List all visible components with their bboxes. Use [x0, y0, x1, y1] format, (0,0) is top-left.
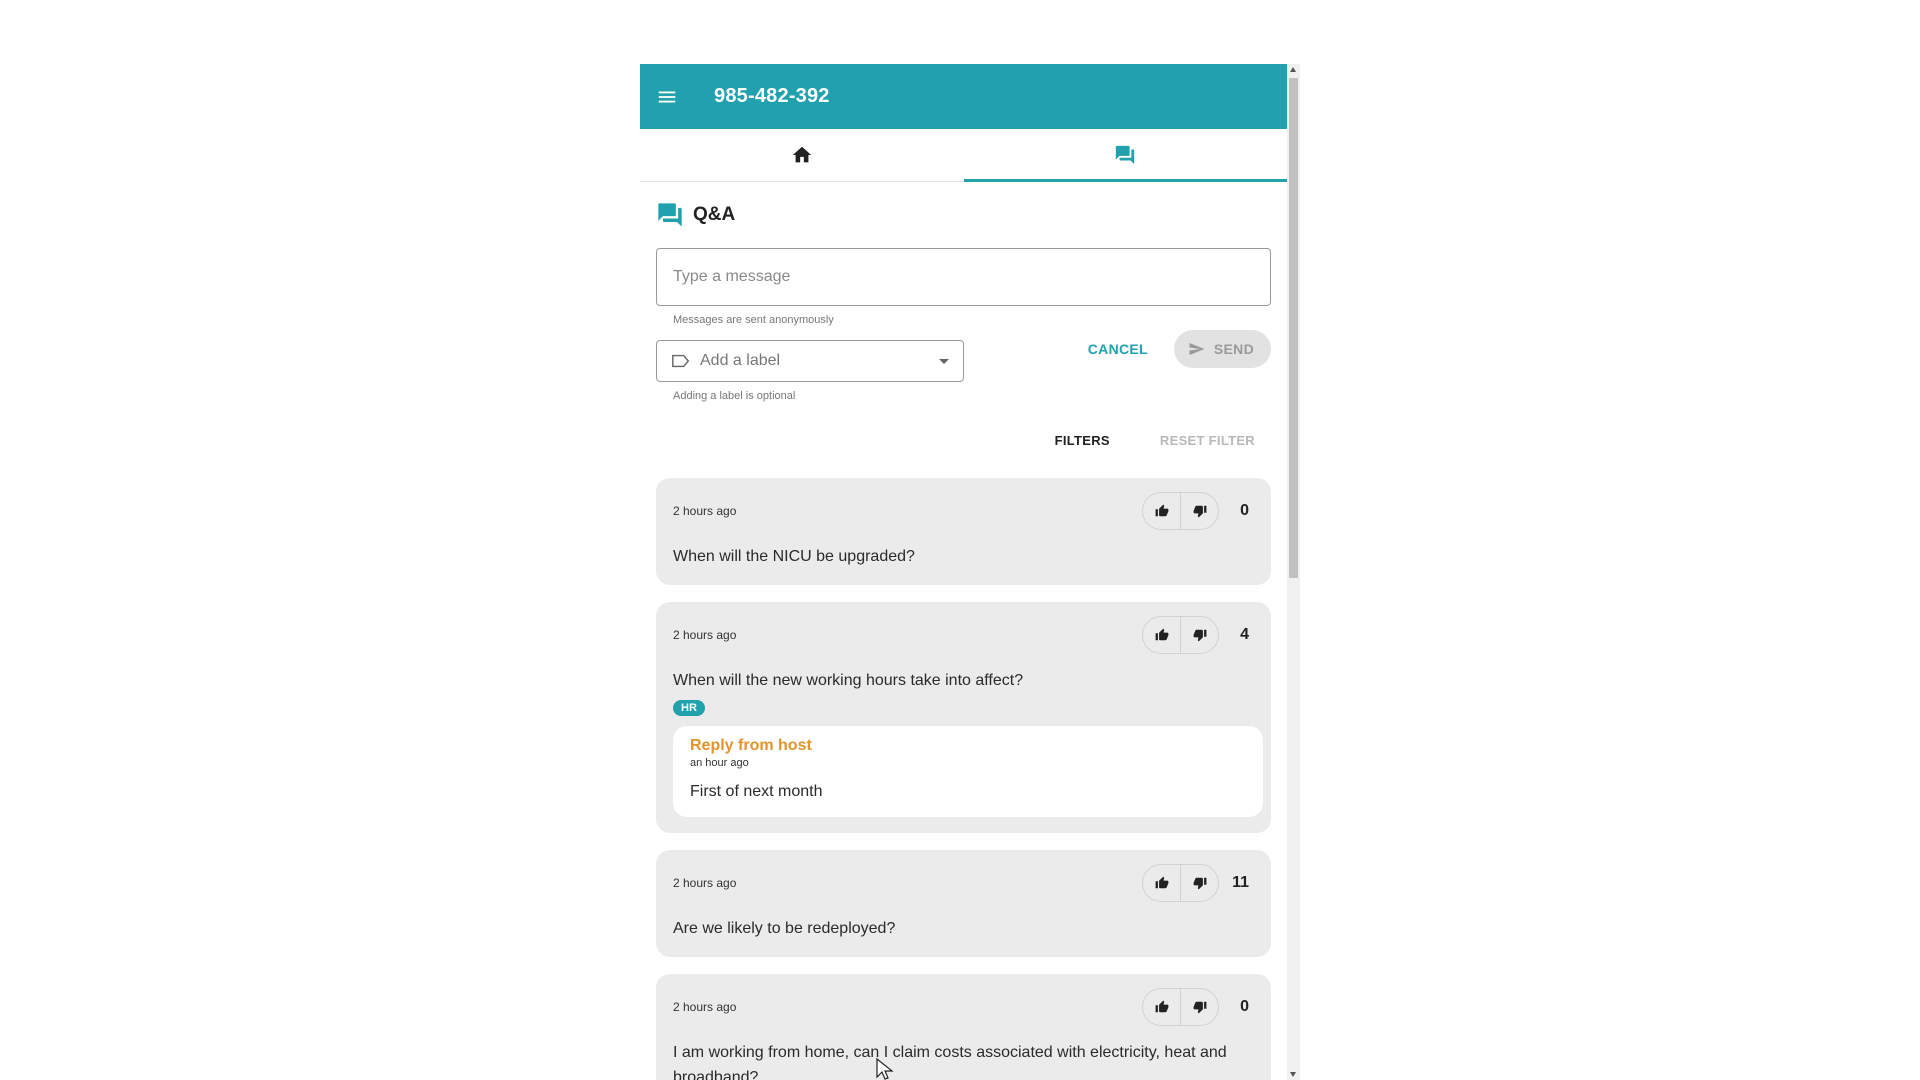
question-card: 2 hours ago 0 When will the NICU be upgr…: [656, 478, 1271, 585]
chat-icon: [1116, 145, 1135, 165]
question-time: 2 hours ago: [673, 504, 737, 518]
upvote-button[interactable]: [1143, 865, 1180, 901]
message-input[interactable]: [656, 248, 1271, 306]
thumbs-up-icon: [1155, 628, 1168, 641]
thumbs-down-icon: [1193, 877, 1206, 890]
upvote-button[interactable]: [1143, 989, 1180, 1025]
vote-count: 4: [1240, 626, 1249, 643]
vote-group: [1142, 988, 1219, 1026]
question-list: 2 hours ago 0 When will the NICU be upgr…: [656, 478, 1271, 1080]
vote-count: 11: [1232, 874, 1249, 891]
qa-content: Q&A Messages are sent anonymously Add a …: [640, 182, 1287, 1080]
page-scrollbar[interactable]: [1287, 64, 1300, 1080]
downvote-button[interactable]: [1180, 493, 1218, 529]
send-label: SEND: [1213, 341, 1254, 357]
vote-group: [1142, 616, 1219, 654]
scroll-up-arrow-icon[interactable]: [1290, 67, 1296, 72]
chat-icon: [658, 203, 682, 227]
label-hint: Adding a label is optional: [673, 390, 796, 402]
vote-group: [1142, 864, 1219, 902]
tab-home[interactable]: [640, 129, 964, 181]
upvote-button[interactable]: [1143, 493, 1180, 529]
downvote-button[interactable]: [1180, 865, 1218, 901]
reply-time: an hour ago: [690, 757, 749, 769]
thumbs-down-icon: [1193, 1001, 1206, 1014]
tab-qa[interactable]: [963, 129, 1288, 182]
filter-row: FILTERS RESET FILTER: [656, 420, 1271, 460]
upvote-button[interactable]: [1143, 617, 1180, 653]
host-reply: Reply from host an hour ago First of nex…: [673, 726, 1263, 817]
question-time: 2 hours ago: [673, 876, 737, 890]
thumbs-down-icon: [1193, 505, 1206, 518]
thumbs-up-icon: [1155, 504, 1168, 517]
question-time: 2 hours ago: [673, 1000, 737, 1014]
top-app-bar: 985-482-392: [640, 64, 1287, 129]
section-header: Q&A: [656, 182, 1271, 248]
section-title: Q&A: [693, 204, 736, 225]
menu-icon[interactable]: [652, 82, 682, 112]
vote-count: 0: [1240, 502, 1249, 519]
label-group: Add a label Adding a label is optional: [656, 340, 964, 402]
label-icon: [672, 354, 690, 368]
home-icon: [792, 146, 811, 163]
question-card: 2 hours ago 0 I am working from home, ca…: [656, 974, 1271, 1080]
mouse-cursor-icon: [876, 1058, 894, 1080]
send-icon: [1189, 343, 1205, 355]
caret-down-icon: [939, 358, 949, 364]
vote-group: [1142, 492, 1219, 530]
reply-title: Reply from host: [690, 737, 812, 754]
filters-button[interactable]: FILTERS: [1055, 433, 1110, 448]
anonymous-hint: Messages are sent anonymously: [673, 314, 834, 326]
question-card: 2 hours ago 11 Are we likely to be redep…: [656, 850, 1271, 957]
question-text: Are we likely to be redeployed?: [673, 920, 896, 937]
thumbs-down-icon: [1193, 629, 1206, 642]
session-title: 985-482-392: [714, 85, 830, 107]
question-text: When will the NICU be upgraded?: [673, 548, 915, 565]
question-text: I am working from home, can I claim cost…: [673, 1044, 1227, 1080]
tab-bar: [640, 129, 1287, 182]
label-row: Add a label Adding a label is optional C…: [656, 330, 1271, 402]
thumbs-up-icon: [1155, 1000, 1168, 1013]
label-select[interactable]: Add a label: [656, 340, 964, 382]
question-time: 2 hours ago: [673, 628, 737, 642]
label-badge: HR: [673, 700, 705, 716]
thumbs-up-icon: [1155, 876, 1168, 889]
scroll-down-arrow-icon[interactable]: [1290, 1072, 1296, 1077]
reset-filter-button[interactable]: RESET FILTER: [1160, 433, 1255, 448]
label-placeholder: Add a label: [700, 352, 781, 369]
downvote-button[interactable]: [1180, 989, 1218, 1025]
cancel-button[interactable]: CANCEL: [1088, 341, 1148, 357]
composer-actions: CANCEL SEND: [1088, 330, 1271, 368]
reply-text: First of next month: [690, 783, 823, 800]
scroll-thumb[interactable]: [1289, 78, 1298, 578]
question-card: 2 hours ago 4 When will the new working …: [656, 602, 1271, 833]
send-button[interactable]: SEND: [1173, 330, 1271, 368]
qa-app: 985-482-392 Q&A Messages are sent anonym…: [640, 64, 1287, 1080]
question-text: When will the new working hours take int…: [673, 672, 1024, 689]
downvote-button[interactable]: [1180, 617, 1218, 653]
vote-count: 0: [1240, 998, 1249, 1015]
